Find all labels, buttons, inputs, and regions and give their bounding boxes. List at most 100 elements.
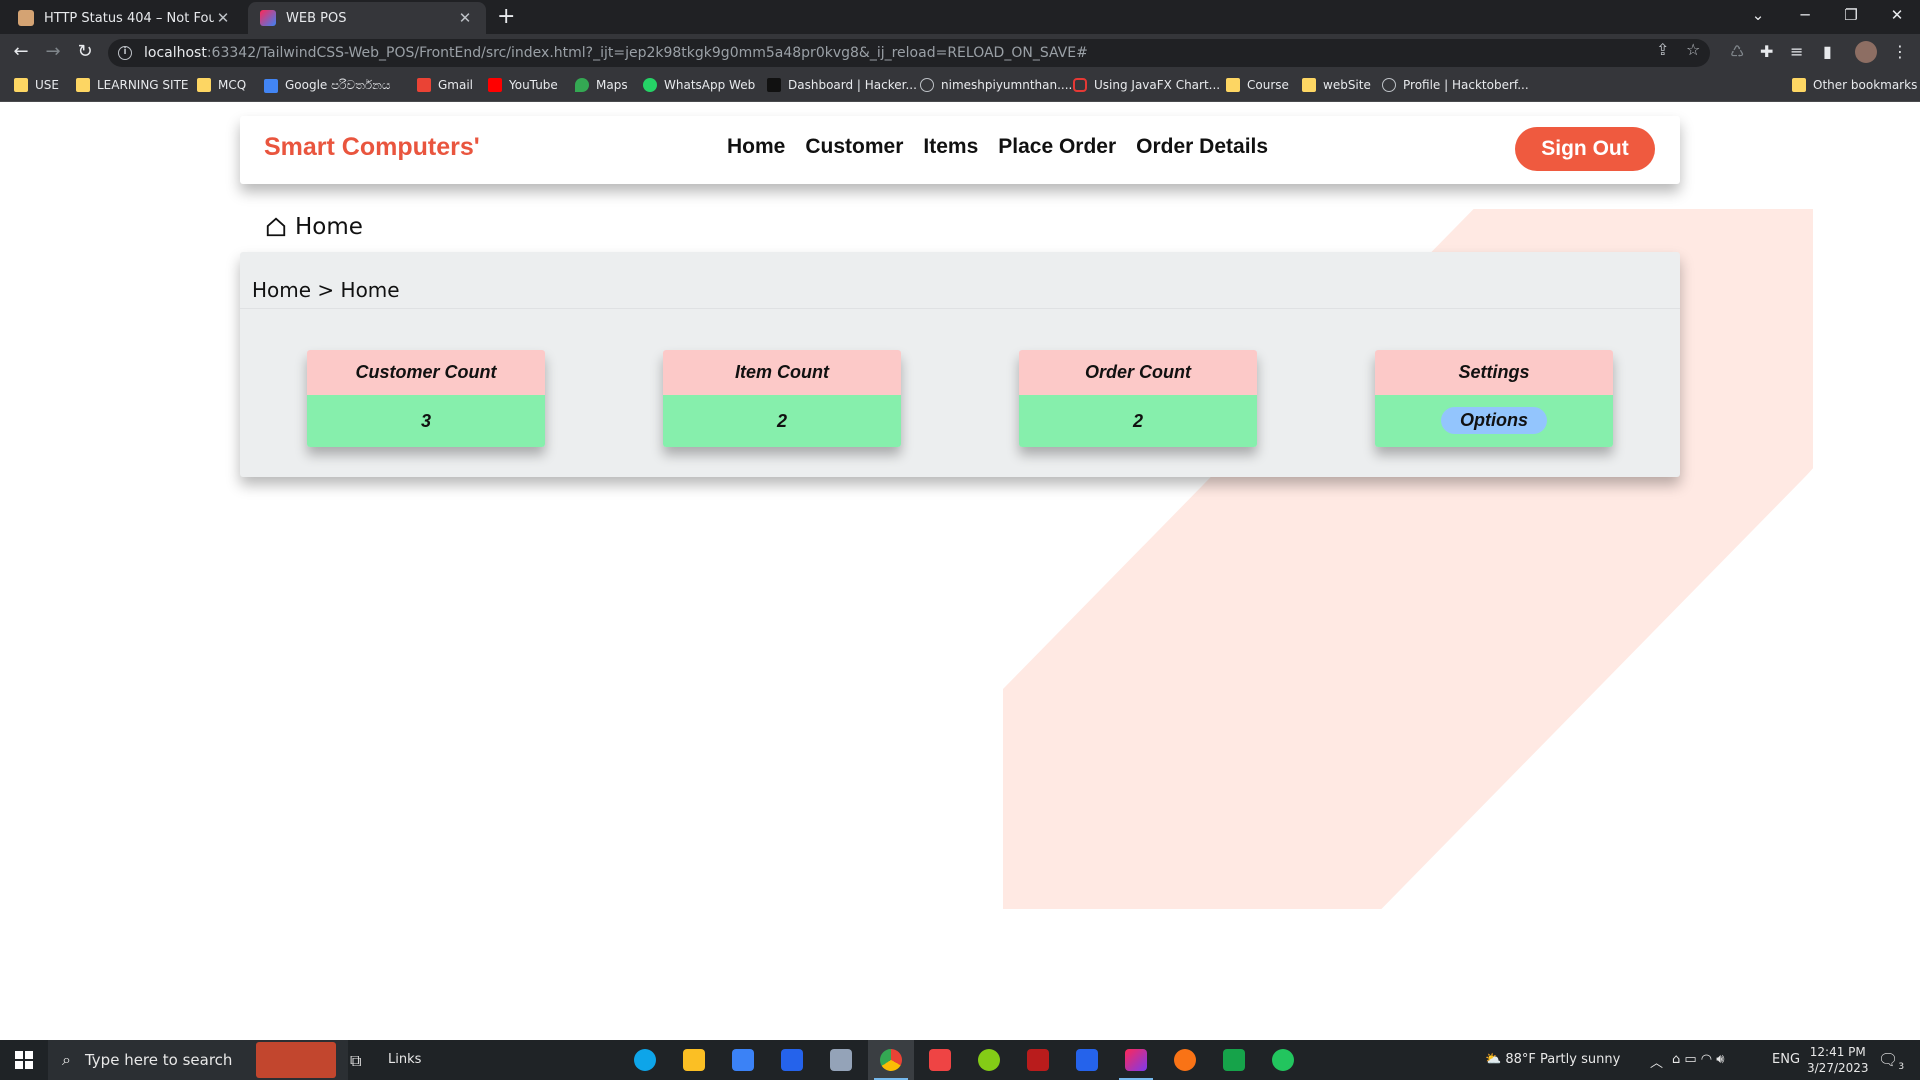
bookmark-javafx-chart[interactable]: Using JavaFX Chart... bbox=[1073, 78, 1220, 92]
forward-icon[interactable]: → bbox=[41, 41, 65, 62]
youtube-icon bbox=[488, 78, 502, 92]
profile-avatar[interactable] bbox=[1855, 41, 1877, 63]
order-count-card: Order Count 2 bbox=[1019, 350, 1257, 447]
settings-card: Settings Options bbox=[1375, 350, 1613, 447]
bookmark-hackerrank[interactable]: Dashboard | Hacker... bbox=[767, 78, 917, 92]
vscode-icon[interactable] bbox=[1076, 1049, 1098, 1071]
nav-home[interactable]: Home bbox=[727, 135, 785, 159]
links-toolbar[interactable]: Links bbox=[388, 1052, 421, 1067]
oracle-icon bbox=[1073, 78, 1087, 92]
chrome-icon[interactable] bbox=[880, 1049, 902, 1071]
weather-icon: ⛅ bbox=[1485, 1052, 1502, 1067]
nav-items[interactable]: Items bbox=[923, 135, 978, 159]
tab-web-pos[interactable]: WEB POS ✕ bbox=[248, 2, 486, 34]
back-icon[interactable]: ← bbox=[9, 41, 33, 62]
close-tab-icon[interactable]: ✕ bbox=[214, 9, 232, 27]
folder-icon bbox=[1226, 78, 1240, 92]
reading-list-icon[interactable]: ≡ bbox=[1790, 42, 1803, 61]
gmail-icon bbox=[417, 78, 431, 92]
side-panel-icon[interactable]: ▮ bbox=[1823, 42, 1832, 61]
intellij-icon[interactable] bbox=[1125, 1049, 1147, 1071]
bookmark-use[interactable]: USE bbox=[14, 78, 59, 92]
bookmark-nimesh[interactable]: nimeshpiyumnthan.... bbox=[920, 78, 1072, 92]
other-bookmarks[interactable]: Other bookmarks bbox=[1792, 78, 1917, 92]
microsoft-store-icon[interactable] bbox=[732, 1049, 754, 1071]
nav-customer[interactable]: Customer bbox=[805, 135, 903, 159]
weather-text: 88°F Partly sunny bbox=[1505, 1052, 1621, 1067]
app-red-icon[interactable] bbox=[1027, 1049, 1049, 1071]
sign-out-button[interactable]: Sign Out bbox=[1515, 127, 1655, 171]
firefox-icon[interactable] bbox=[1174, 1049, 1196, 1071]
tray-icons[interactable]: ⌂ ▭ ◠ 🔊︎ bbox=[1672, 1052, 1724, 1067]
mail-icon[interactable] bbox=[781, 1049, 803, 1071]
bookmark-course[interactable]: Course bbox=[1226, 78, 1289, 92]
bookmark-google-translate[interactable]: Google පරිවර්තනය bbox=[264, 78, 391, 93]
hackerrank-icon bbox=[767, 78, 781, 92]
url-host: localhost bbox=[144, 45, 207, 61]
nav-place-order[interactable]: Place Order bbox=[998, 135, 1116, 159]
address-bar[interactable]: i localhost:63342/TailwindCSS-Web_POS/Fr… bbox=[108, 39, 1710, 67]
bookmark-whatsapp[interactable]: WhatsApp Web bbox=[643, 78, 755, 92]
folder-icon bbox=[14, 78, 28, 92]
share-icon[interactable]: ⇪ bbox=[1656, 40, 1669, 59]
bookmark-youtube[interactable]: YouTube bbox=[488, 78, 558, 92]
language-indicator[interactable]: ENG bbox=[1772, 1052, 1800, 1067]
folder-icon bbox=[197, 78, 211, 92]
bookmark-website[interactable]: webSite bbox=[1302, 78, 1371, 92]
close-tab-icon[interactable]: ✕ bbox=[456, 9, 474, 27]
brand-logo[interactable]: Smart Computers' bbox=[264, 133, 480, 162]
browser-toolbar: ← → ↻ i localhost:63342/TailwindCSS-Web_… bbox=[0, 34, 1920, 72]
breadcrumb: Home > Home bbox=[252, 278, 400, 302]
whatsapp-icon bbox=[643, 78, 657, 92]
minimize-button[interactable]: ─ bbox=[1782, 6, 1828, 24]
web-page: Smart Computers' Home Customer Items Pla… bbox=[0, 102, 1920, 1040]
intellij-icon bbox=[260, 10, 276, 26]
file-explorer-icon[interactable] bbox=[683, 1049, 705, 1071]
bookmark-hacktoberfest[interactable]: Profile | Hacktoberf... bbox=[1382, 78, 1529, 92]
main-nav: Home Customer Items Place Order Order De… bbox=[727, 135, 1268, 159]
edge-icon[interactable] bbox=[634, 1049, 656, 1071]
bookmark-learning-site[interactable]: LEARNING SITE bbox=[76, 78, 189, 92]
app-swirl-icon[interactable] bbox=[978, 1049, 1000, 1071]
menu-icon[interactable]: ⋮ bbox=[1892, 42, 1908, 61]
browser-tabstrip: HTTP Status 404 – Not Found ✕ WEB POS ✕ … bbox=[0, 0, 1920, 34]
windows-logo-icon bbox=[15, 1051, 33, 1069]
card-title: Order Count bbox=[1019, 350, 1257, 395]
bookmark-mcq[interactable]: MCQ bbox=[197, 78, 246, 92]
search-highlight-image[interactable] bbox=[256, 1042, 336, 1078]
new-tab-button[interactable]: + bbox=[497, 4, 515, 29]
settings-body: Options bbox=[1375, 395, 1613, 447]
youtube-app-icon[interactable] bbox=[929, 1049, 951, 1071]
card-title: Customer Count bbox=[307, 350, 545, 395]
site-info-icon[interactable]: i bbox=[118, 46, 132, 60]
customer-count-card: Customer Count 3 bbox=[307, 350, 545, 447]
tab-search-icon[interactable]: ⌄ bbox=[1735, 0, 1781, 30]
start-button[interactable] bbox=[0, 1040, 48, 1080]
tab-title: WEB POS bbox=[286, 10, 347, 26]
search-placeholder: Type here to search bbox=[84, 1051, 233, 1069]
options-button[interactable]: Options bbox=[1441, 407, 1547, 434]
extension-recycle-icon[interactable]: ♺ bbox=[1730, 42, 1744, 61]
clock-time: 12:41 PM bbox=[1809, 1045, 1866, 1059]
whatsapp-app-icon[interactable] bbox=[1272, 1049, 1294, 1071]
photos-icon[interactable] bbox=[830, 1049, 852, 1071]
folder-icon bbox=[1792, 78, 1806, 92]
app-green-icon[interactable] bbox=[1223, 1049, 1245, 1071]
show-hidden-icons[interactable]: ︿ bbox=[1650, 1052, 1663, 1071]
divider bbox=[240, 308, 1680, 309]
close-window-button[interactable]: ✕ bbox=[1874, 6, 1920, 24]
notification-center-icon[interactable]: 🗨︎3 bbox=[1878, 1050, 1904, 1072]
tab-http-404[interactable]: HTTP Status 404 – Not Found ✕ bbox=[6, 2, 244, 34]
system-clock[interactable]: 12:41 PM 3/27/2023 bbox=[1807, 1044, 1869, 1076]
extensions-puzzle-icon[interactable]: ✚ bbox=[1760, 42, 1773, 61]
order-count-value: 2 bbox=[1019, 395, 1257, 447]
nav-order-details[interactable]: Order Details bbox=[1136, 135, 1268, 159]
card-title: Settings bbox=[1375, 350, 1613, 395]
bookmark-star-icon[interactable]: ☆ bbox=[1686, 40, 1700, 59]
reload-icon[interactable]: ↻ bbox=[73, 41, 97, 62]
bookmark-maps[interactable]: Maps bbox=[575, 78, 628, 92]
restore-button[interactable]: ❐ bbox=[1828, 6, 1874, 24]
task-view-icon[interactable]: ⧉ bbox=[350, 1051, 361, 1071]
bookmark-gmail[interactable]: Gmail bbox=[417, 78, 473, 92]
weather-widget[interactable]: ⛅ 88°F Partly sunny bbox=[1485, 1052, 1620, 1067]
